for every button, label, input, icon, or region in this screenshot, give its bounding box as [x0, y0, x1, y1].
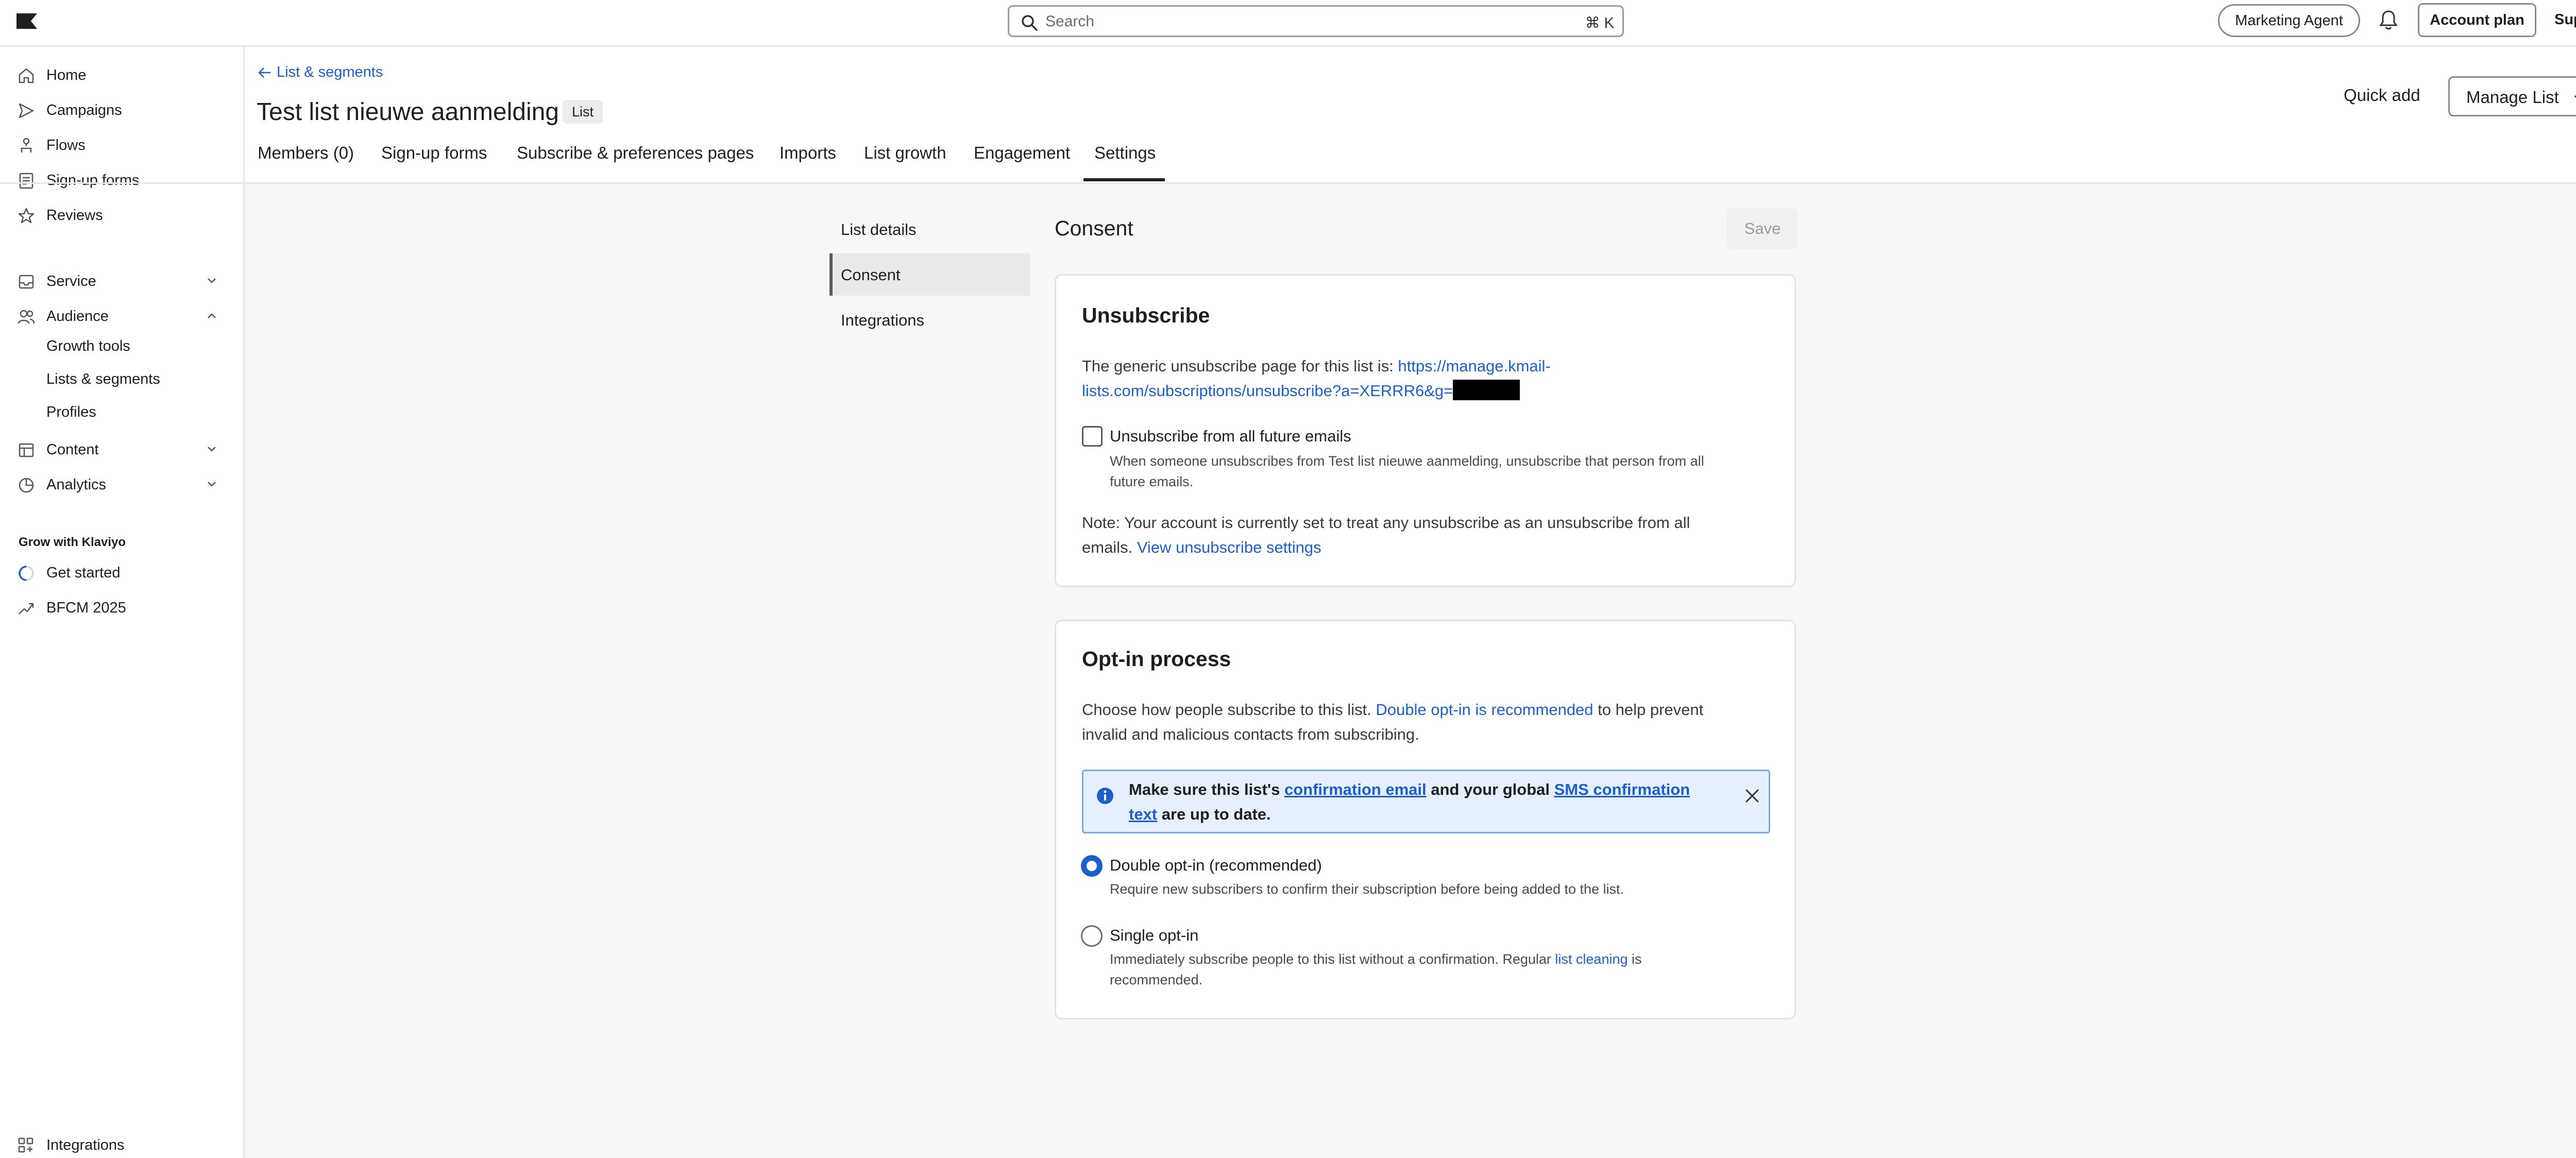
- manage-list-label: Manage List: [2466, 88, 2559, 107]
- unsubscribe-all-description: When someone unsubscribes from Test list…: [1110, 453, 1704, 489]
- manage-list-button[interactable]: Manage List: [2448, 76, 2576, 116]
- double-optin-description: Require new subscribers to confirm their…: [1110, 881, 1624, 897]
- support-link[interactable]: Support: [2554, 11, 2576, 28]
- single-optin-label: Single opt-in: [1110, 926, 1199, 944]
- sidebar-item-bfcm[interactable]: BFCM 2025: [0, 592, 243, 623]
- sidebar-subitem-profiles[interactable]: Profiles: [46, 404, 96, 421]
- settings-nav-list-details[interactable]: List details: [829, 208, 1030, 250]
- search-shortcut: ⌘ K: [1585, 15, 1614, 31]
- inbox-icon: [18, 273, 35, 291]
- sidebar-item-content[interactable]: Content: [0, 434, 243, 465]
- view-unsubscribe-settings-link[interactable]: View unsubscribe settings: [1137, 538, 1321, 556]
- chart-icon: [18, 476, 35, 494]
- single-optin-description: Immediately subscribe people to this lis…: [1110, 951, 1642, 987]
- tab-subscribe-preferences[interactable]: Subscribe & preferences pages: [517, 143, 754, 163]
- trend-up-icon: [18, 600, 35, 617]
- sidebar-subitem-growth-tools[interactable]: Growth tools: [46, 338, 130, 355]
- confirmation-email-link[interactable]: confirmation email: [1284, 780, 1427, 798]
- list-type-badge: List: [563, 100, 603, 124]
- unsubscribe-card: Unsubscribe The generic unsubscribe page…: [1055, 274, 1796, 587]
- sidebar-item-analytics[interactable]: Analytics: [0, 469, 243, 500]
- star-icon: [18, 207, 35, 225]
- double-optin-label: Double opt-in (recommended): [1110, 856, 1322, 874]
- chevron-down-icon: [205, 442, 218, 456]
- tab-settings[interactable]: Settings: [1094, 143, 1156, 163]
- list-cleaning-link[interactable]: list cleaning: [1555, 951, 1628, 967]
- sidebar-item-campaigns[interactable]: Campaigns: [0, 95, 243, 126]
- close-icon[interactable]: [1743, 787, 1761, 805]
- optin-card: Opt-in process Choose how people subscri…: [1055, 620, 1796, 1019]
- section-title: Consent: [1055, 216, 1133, 240]
- sidebar-subitem-lists-segments[interactable]: Lists & segments: [46, 371, 160, 388]
- optin-intro: Choose how people subscribe to this list…: [1082, 701, 1704, 743]
- tab-signup-forms[interactable]: Sign-up forms: [381, 143, 487, 163]
- top-bar: ⌘ K Marketing Agent Account plan Support: [0, 0, 2576, 47]
- settings-nav-integrations[interactable]: Integrations: [829, 299, 1030, 341]
- grow-section-title: Grow with Klaviyo: [19, 535, 126, 549]
- single-optin-radio[interactable]: [1081, 925, 1103, 947]
- unsubscribe-title: Unsubscribe: [1082, 303, 1210, 327]
- klaviyo-logo-icon[interactable]: [15, 12, 38, 30]
- sidebar-item-integrations[interactable]: Integrations: [0, 1132, 243, 1157]
- info-banner: Make sure this list's confirmation email…: [1082, 770, 1770, 833]
- arrow-left-icon: [257, 66, 273, 79]
- tab-members[interactable]: Members (0): [258, 143, 354, 163]
- unsubscribe-all-label: Unsubscribe from all future emails: [1110, 427, 1351, 445]
- sidebar-item-label: Audience: [46, 308, 109, 325]
- account-plan-button[interactable]: Account plan: [2418, 3, 2536, 37]
- chevron-down-icon: [205, 478, 218, 491]
- send-icon: [18, 102, 35, 120]
- progress-ring-icon: [18, 565, 35, 582]
- back-link-label: List & segments: [277, 64, 383, 80]
- search-icon: [1021, 14, 1038, 31]
- unsubscribe-all-checkbox[interactable]: [1082, 426, 1103, 447]
- content-icon: [18, 441, 35, 459]
- double-optin-radio[interactable]: [1081, 855, 1103, 877]
- sidebar-item-label: Campaigns: [46, 102, 122, 118]
- sidebar-item-label: Content: [46, 441, 99, 458]
- sidebar-item-label: Get started: [46, 565, 121, 581]
- search-bar[interactable]: ⌘ K: [1008, 5, 1624, 37]
- save-button[interactable]: Save: [1727, 208, 1798, 249]
- unsubscribe-page-text: The generic unsubscribe page for this li…: [1082, 357, 1551, 400]
- page-tabs: Members (0) Sign-up forms Subscribe & pr…: [0, 133, 2576, 184]
- sidebar-item-service[interactable]: Service: [0, 266, 243, 297]
- active-tab-indicator: [1083, 178, 1165, 181]
- sidebar-item-label: BFCM 2025: [46, 600, 126, 616]
- sidebar-item-audience[interactable]: Audience: [0, 301, 243, 332]
- sidebar-item-label: Integrations: [46, 1137, 125, 1153]
- optin-title: Opt-in process: [1082, 647, 1231, 671]
- double-optin-recommended-link[interactable]: Double opt-in is recommended: [1376, 701, 1593, 719]
- info-icon: [1096, 787, 1114, 805]
- grid-icon: [18, 1137, 34, 1153]
- tab-engagement[interactable]: Engagement: [974, 143, 1070, 163]
- sidebar-item-label: Home: [46, 67, 87, 83]
- sidebar-item-get-started[interactable]: Get started: [0, 557, 243, 588]
- unsubscribe-note: Note: Your account is currently set to t…: [1082, 514, 1690, 556]
- chevron-down-icon: [205, 274, 218, 287]
- page-title: Test list nieuwe aanmelding: [257, 98, 559, 126]
- sidebar-item-reviews[interactable]: Reviews: [0, 200, 243, 231]
- sidebar-item-home[interactable]: Home: [0, 60, 243, 91]
- quick-add-button[interactable]: Quick add: [2344, 86, 2420, 105]
- home-icon: [18, 67, 35, 84]
- bell-icon[interactable]: [2379, 9, 2398, 31]
- search-input[interactable]: [1045, 11, 1509, 32]
- redacted-block: [1453, 380, 1520, 400]
- sidebar-item-label: Service: [46, 273, 96, 290]
- people-icon: [18, 308, 35, 326]
- marketing-agent-button[interactable]: Marketing Agent: [2218, 4, 2360, 37]
- chevron-down-icon: [2572, 91, 2576, 105]
- sidebar: Home Campaigns Flows Sign-up forms Revie…: [0, 47, 245, 1158]
- info-banner-text: Make sure this list's confirmation email…: [1129, 780, 1690, 823]
- tab-imports[interactable]: Imports: [779, 143, 836, 163]
- sidebar-item-label: Reviews: [46, 207, 103, 224]
- chevron-up-icon: [205, 309, 218, 322]
- tab-list-growth[interactable]: List growth: [864, 143, 946, 163]
- sidebar-item-label: Analytics: [46, 476, 107, 493]
- settings-nav-consent[interactable]: Consent: [829, 253, 1030, 296]
